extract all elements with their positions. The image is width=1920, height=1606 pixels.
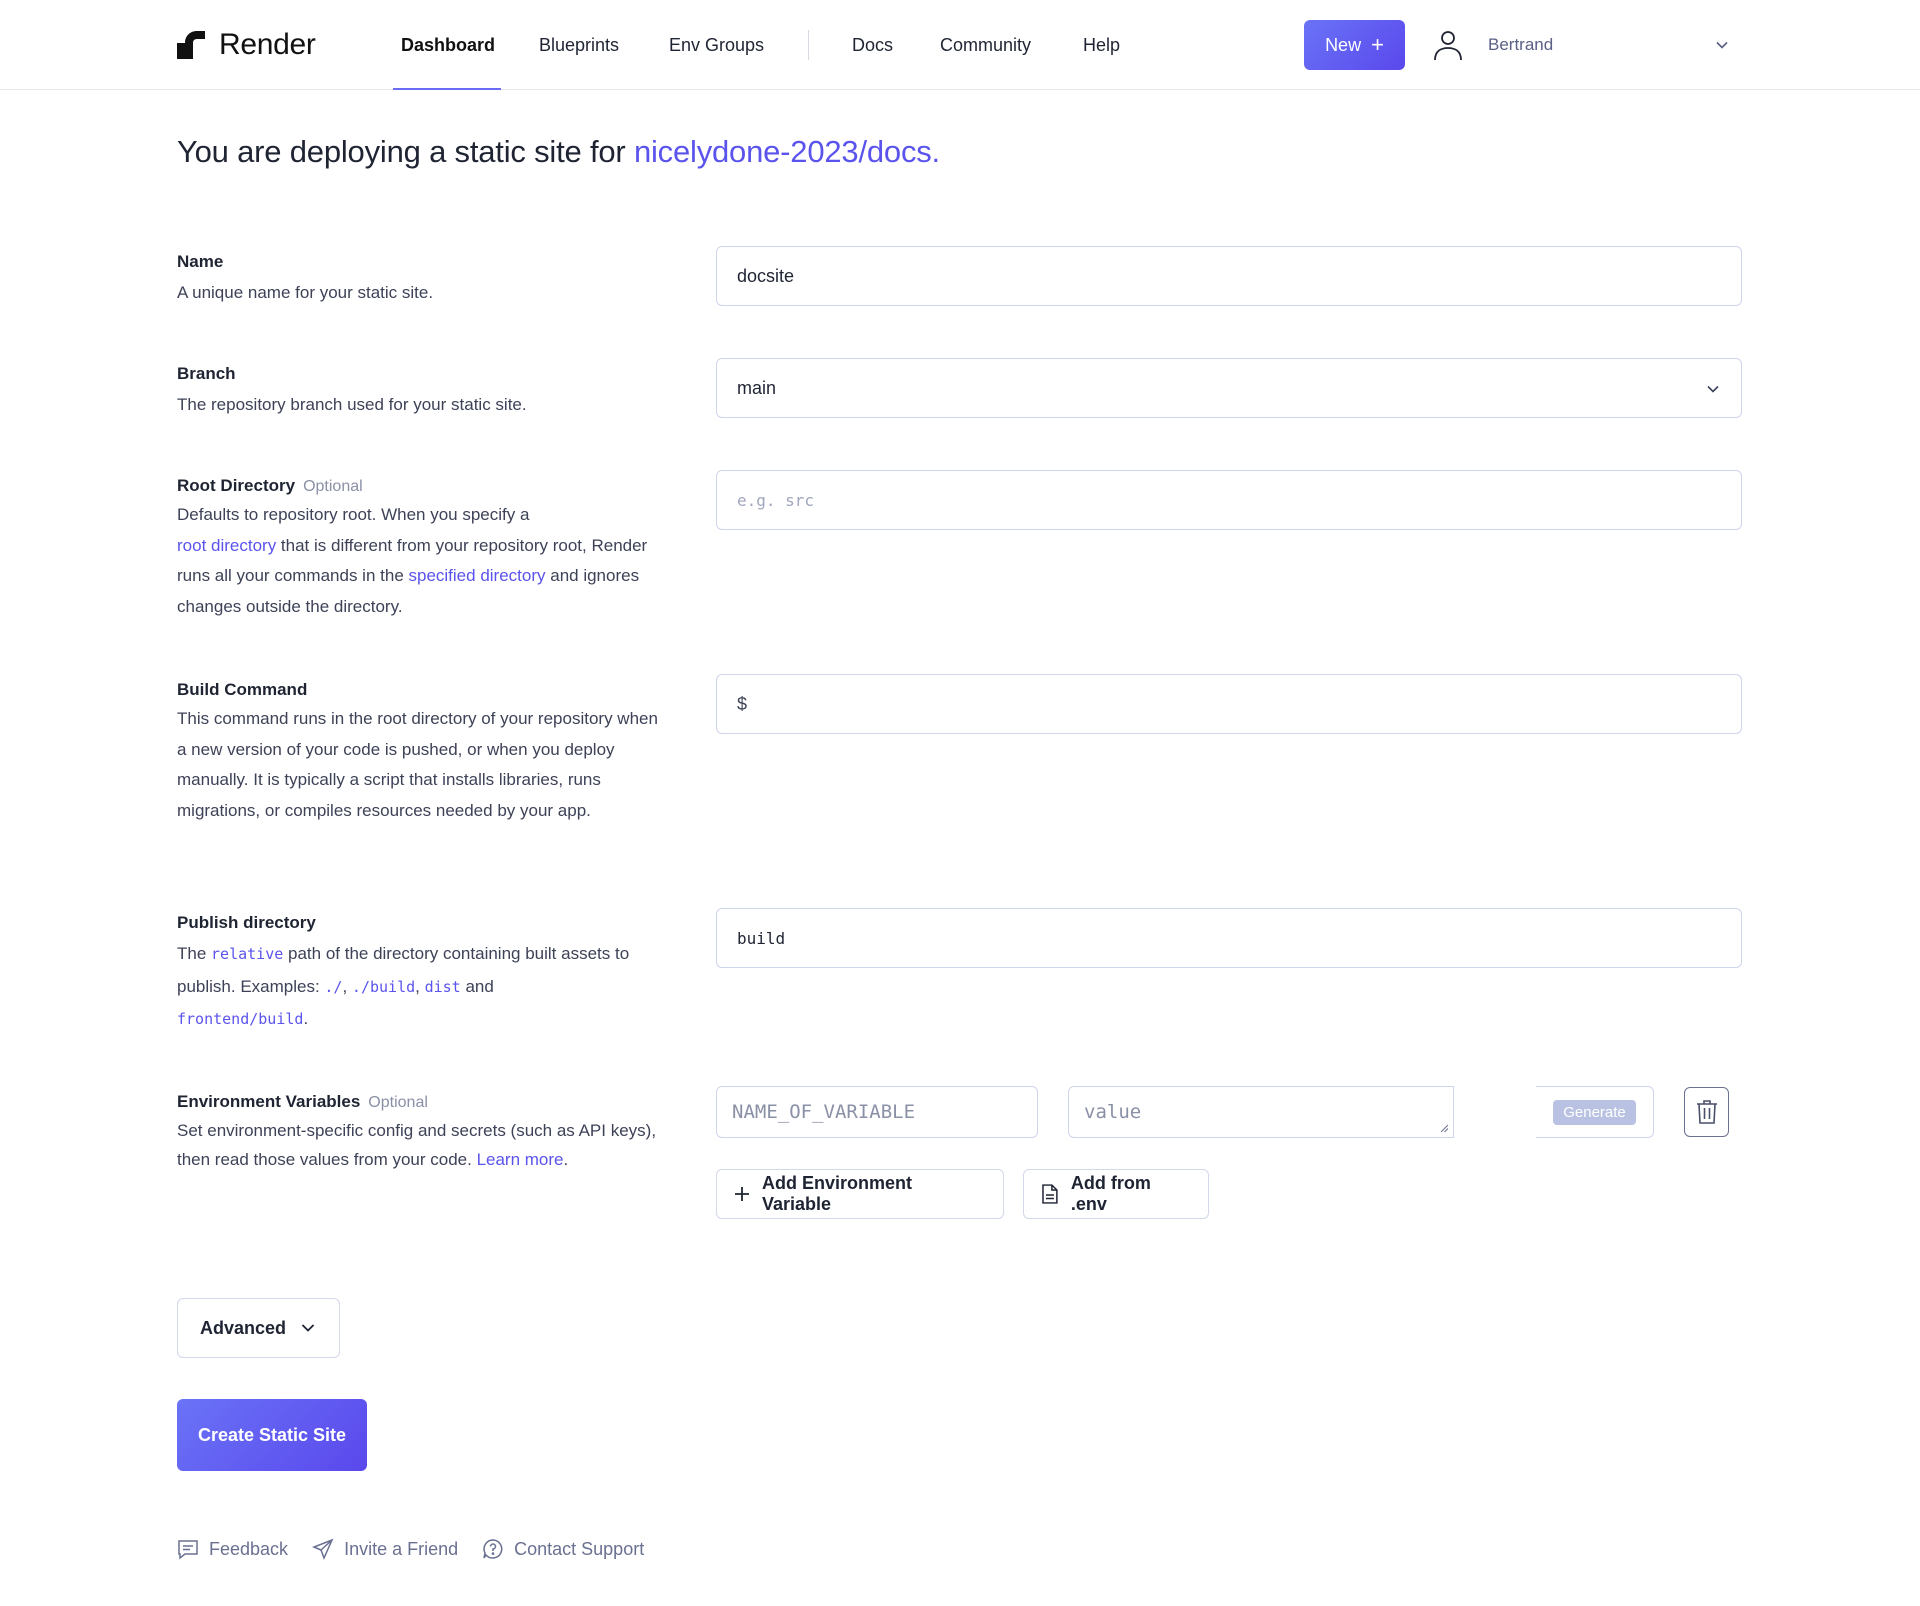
nav-community[interactable]: Community xyxy=(940,0,1031,90)
build-command-input[interactable]: $ xyxy=(716,674,1742,734)
page-title: You are deploying a static site for nice… xyxy=(177,134,940,170)
chevron-down-icon[interactable] xyxy=(1714,37,1730,53)
root-desc-text-1: Defaults to repository root. When you sp… xyxy=(177,505,530,524)
root-directory-input[interactable]: e.g. src xyxy=(716,470,1742,530)
plus-icon xyxy=(735,1187,749,1201)
file-icon xyxy=(1042,1184,1058,1204)
code-example-3: dist xyxy=(424,977,461,996)
name-label: Name xyxy=(177,252,224,271)
publish-desc-1: The xyxy=(177,944,212,963)
advanced-toggle[interactable]: Advanced xyxy=(177,1298,340,1358)
name-input[interactable]: docsite xyxy=(716,246,1742,306)
publish-sep-3: and xyxy=(460,976,494,996)
brand-name: Render xyxy=(219,28,316,61)
chevron-down-icon xyxy=(1707,385,1719,393)
nav-divider xyxy=(808,30,809,60)
new-button-label: New xyxy=(1325,34,1362,55)
root-directory-label-text: Root Directory xyxy=(177,476,296,495)
nav-dashboard[interactable]: Dashboard xyxy=(401,0,495,90)
root-directory-description: Defaults to repository root. When you sp… xyxy=(177,500,667,622)
name-description: A unique name for your static site. xyxy=(177,283,434,302)
nav-docs[interactable]: Docs xyxy=(852,0,893,90)
plus-icon: + xyxy=(1371,32,1384,57)
learn-more-link[interactable]: Learn more xyxy=(477,1150,564,1169)
root-directory-label: Root Directory Optional xyxy=(177,476,363,496)
create-static-site-button[interactable]: Create Static Site xyxy=(177,1399,367,1471)
env-var-value-input[interactable]: value xyxy=(1068,1086,1454,1138)
publish-desc-end: . xyxy=(303,1009,309,1028)
feedback-link[interactable]: Feedback xyxy=(177,1538,288,1560)
trash-icon xyxy=(1696,1100,1717,1124)
render-logo[interactable]: Render xyxy=(177,28,316,62)
env-vars-label-text: Environment Variables xyxy=(177,1092,361,1111)
nav-active-indicator xyxy=(393,88,501,90)
optional-tag: Optional xyxy=(303,478,363,495)
contact-support-label: Contact Support xyxy=(514,1538,645,1559)
env-var-name-input[interactable]: NAME_OF_VARIABLE xyxy=(716,1086,1038,1138)
publish-directory-label: Publish directory xyxy=(177,913,316,932)
root-directory-link[interactable]: root directory xyxy=(177,536,276,555)
top-header: Render Dashboard Blueprints Env Groups D… xyxy=(0,0,1920,90)
add-from-env-label: Add from .env xyxy=(1070,1173,1151,1214)
build-command-label: Build Command xyxy=(177,680,308,699)
delete-env-var-button[interactable] xyxy=(1684,1087,1729,1137)
generate-wrapper: Generate xyxy=(1536,1086,1654,1138)
optional-tag: Optional xyxy=(368,1094,428,1111)
help-circle-icon xyxy=(483,1539,503,1559)
branch-description: The repository branch used for your stat… xyxy=(177,395,527,414)
invite-friend-label: Invite a Friend xyxy=(344,1538,459,1559)
render-logo-icon xyxy=(177,31,205,59)
footer-links: Feedback Invite a Friend Contact Support xyxy=(177,1538,644,1560)
feedback-icon xyxy=(178,1540,198,1560)
user-name[interactable]: Bertrand xyxy=(1488,35,1553,55)
build-command-description: This command runs in the root directory … xyxy=(177,709,658,820)
code-example-2: ./build xyxy=(351,977,416,996)
code-relative: relative xyxy=(211,945,284,963)
nav-blueprints[interactable]: Blueprints xyxy=(539,0,619,90)
publish-directory-description: The relative path of the directory conta… xyxy=(177,938,667,1036)
env-desc-end: . xyxy=(563,1150,569,1169)
contact-support-link[interactable]: Contact Support xyxy=(482,1538,644,1560)
branch-label: Branch xyxy=(177,364,236,383)
generate-button[interactable]: Generate xyxy=(1553,1099,1636,1125)
env-desc-text: Set environment-specific config and secr… xyxy=(177,1121,657,1169)
send-icon xyxy=(312,1538,334,1560)
page-title-prefix: You are deploying a static site for xyxy=(177,134,626,169)
add-from-env-button[interactable]: Add from .env xyxy=(1023,1169,1209,1219)
user-avatar-icon[interactable] xyxy=(1432,29,1464,61)
env-vars-description: Set environment-specific config and secr… xyxy=(177,1116,667,1174)
feedback-label: Feedback xyxy=(209,1538,289,1559)
new-button[interactable]: New + xyxy=(1304,20,1405,70)
nav-help[interactable]: Help xyxy=(1083,0,1120,90)
resize-handle-icon[interactable] xyxy=(1440,1124,1449,1133)
publish-sep-2: , xyxy=(415,976,425,996)
add-env-var-button[interactable]: Add Environment Variable xyxy=(716,1169,1004,1219)
branch-select[interactable]: main xyxy=(716,358,1742,418)
nav-env-groups[interactable]: Env Groups xyxy=(669,0,764,90)
invite-friend-link[interactable]: Invite a Friend xyxy=(312,1538,458,1560)
code-example-1: ./ xyxy=(324,977,343,996)
publish-directory-input[interactable]: build xyxy=(716,908,1742,968)
advanced-label: Advanced xyxy=(200,1317,287,1338)
add-env-var-label: Add Environment Variable xyxy=(762,1173,913,1214)
branch-value: main xyxy=(737,377,777,398)
specified-directory-link[interactable]: specified directory xyxy=(409,566,546,585)
repo-name[interactable]: nicelydone-2023/docs. xyxy=(634,134,940,169)
chevron-down-icon xyxy=(301,1324,315,1332)
env-var-value-placeholder: value xyxy=(1084,1101,1142,1123)
publish-sep-1: , xyxy=(342,976,352,996)
code-example-4: frontend/build xyxy=(177,1010,304,1028)
shell-prompt: $ xyxy=(737,693,748,714)
env-vars-label: Environment Variables Optional xyxy=(177,1092,428,1112)
